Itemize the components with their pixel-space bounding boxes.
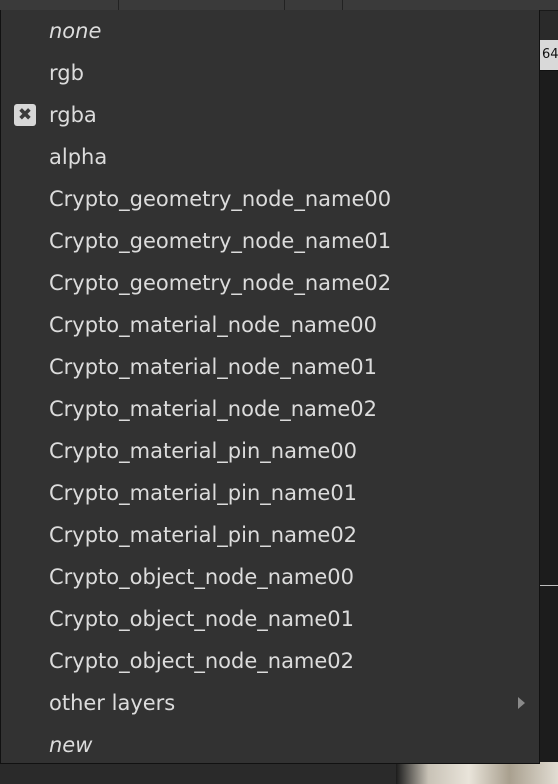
- menu-item[interactable]: Crypto_material_node_name00: [1, 304, 539, 346]
- menu-item[interactable]: none: [1, 10, 539, 52]
- menu-item-label: Crypto_object_node_name02: [49, 649, 355, 673]
- menu-item[interactable]: Crypto_object_node_name00: [1, 556, 539, 598]
- viewer-value-label: 64: [540, 40, 558, 71]
- menu-item-label: new: [49, 733, 93, 757]
- menu-item[interactable]: Crypto_geometry_node_name02: [1, 262, 539, 304]
- menu-item-label: Crypto_geometry_node_name01: [49, 229, 392, 253]
- menu-item-label: Crypto_material_pin_name02: [49, 523, 358, 547]
- menu-item[interactable]: Crypto_geometry_node_name00: [1, 178, 539, 220]
- menu-item-label: Crypto_material_node_name02: [49, 397, 377, 421]
- background-viewer: [540, 40, 558, 784]
- chevron-right-icon: [518, 697, 525, 709]
- check-x-icon: ✖: [14, 104, 36, 126]
- menu-item[interactable]: ✖ rgba: [1, 94, 539, 136]
- menu-item-label: Crypto_material_node_name01: [49, 355, 377, 379]
- menu-item-label: Crypto_geometry_node_name00: [49, 187, 392, 211]
- layer-dropdown-menu: none rgb ✖ rgba alpha Crypto_geometry_node_na…: [0, 10, 540, 764]
- menu-item-label: Crypto_object_node_name00: [49, 565, 355, 589]
- menu-item-label: none: [49, 19, 102, 43]
- menu-item-label: alpha: [49, 145, 108, 169]
- menu-item[interactable]: Crypto_material_pin_name01: [1, 472, 539, 514]
- menu-item-label: Crypto_material_node_name00: [49, 313, 377, 337]
- menu-item[interactable]: Crypto_material_pin_name00: [1, 430, 539, 472]
- menu-item-label: Crypto_object_node_name01: [49, 607, 355, 631]
- toolbar-segment: [284, 0, 343, 10]
- menu-item-label: other layers: [49, 691, 176, 715]
- viewer-divider: [540, 585, 558, 586]
- menu-item[interactable]: alpha: [1, 136, 539, 178]
- toolbar-segment: [0, 0, 119, 10]
- menu-item-label: rgba: [49, 103, 97, 127]
- screen: 64 none rgb ✖ rgba alpha Crypto_geometry_node…: [0, 0, 558, 784]
- menu-item[interactable]: Crypto_material_node_name02: [1, 388, 539, 430]
- menu-item[interactable]: new: [1, 724, 539, 766]
- menu-item[interactable]: Crypto_object_node_name02: [1, 640, 539, 682]
- menu-item[interactable]: Crypto_object_node_name01: [1, 598, 539, 640]
- menu-item-label: rgb: [49, 61, 84, 85]
- menu-item[interactable]: Crypto_geometry_node_name01: [1, 220, 539, 262]
- menu-item-label: Crypto_geometry_node_name02: [49, 271, 392, 295]
- menu-item-label: Crypto_material_pin_name00: [49, 439, 358, 463]
- toolbar-segment: [118, 0, 285, 10]
- menu-item-label: Crypto_material_pin_name01: [49, 481, 358, 505]
- menu-item[interactable]: Crypto_material_pin_name02: [1, 514, 539, 556]
- menu-item[interactable]: Crypto_material_node_name01: [1, 346, 539, 388]
- menu-item[interactable]: rgb: [1, 52, 539, 94]
- menu-item[interactable]: other layers: [1, 682, 539, 724]
